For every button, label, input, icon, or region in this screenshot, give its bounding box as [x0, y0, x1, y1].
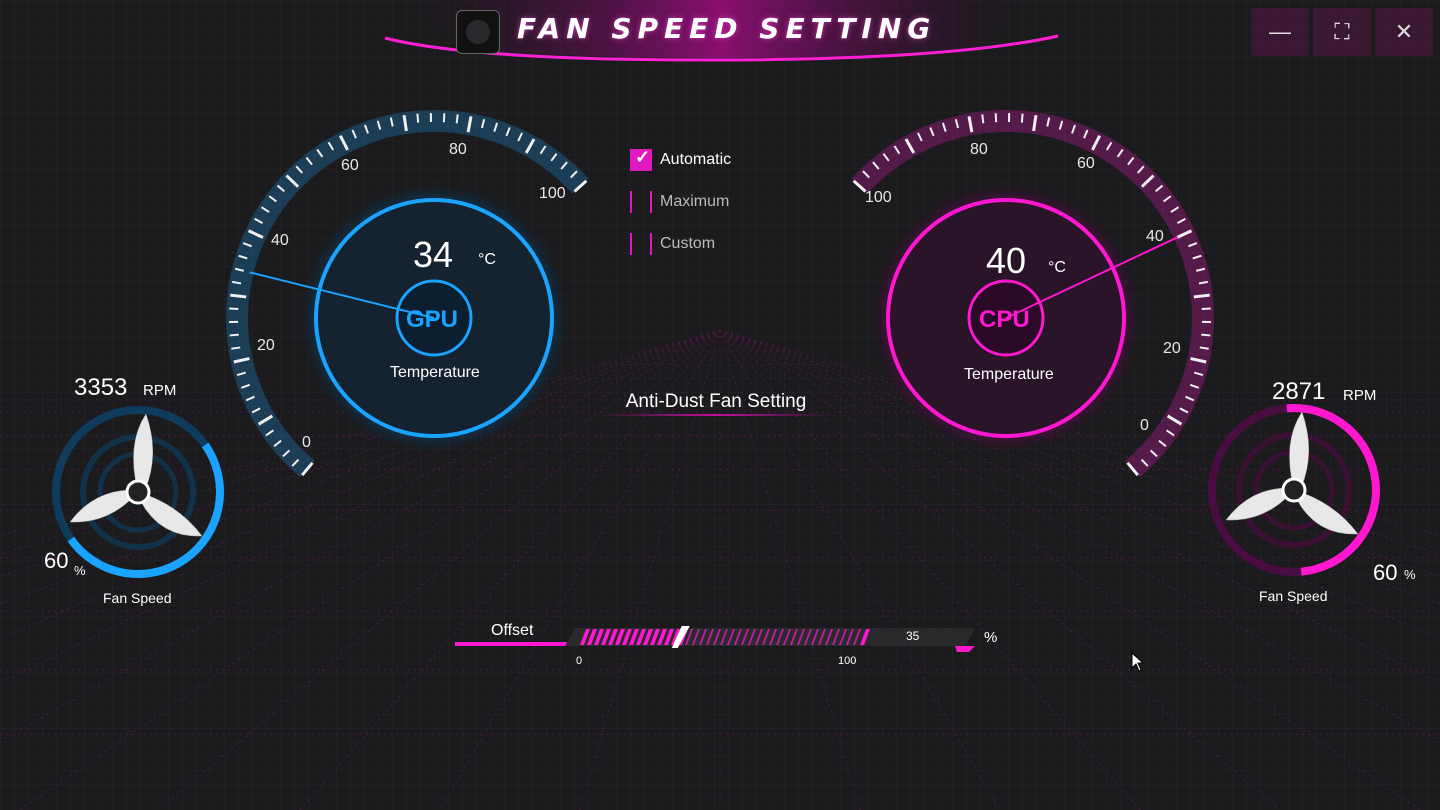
cpu-temperature-value: 40	[986, 240, 1027, 281]
cpu-scale-80: 80	[970, 141, 988, 158]
cpu-fan-rpm-unit: RPM	[1343, 387, 1377, 404]
custom-checkbox[interactable]	[630, 233, 652, 255]
gpu-fan-percent-value: 60	[44, 548, 69, 573]
cpu-scale-40: 40	[1146, 228, 1164, 245]
gpu-scale-0: 0	[302, 434, 311, 451]
cpu-temperature-gauge	[851, 110, 1214, 478]
gpu-scale-100: 100	[539, 185, 566, 202]
cpu-fan-percent-value: 60	[1373, 560, 1398, 585]
gpu-temperature-gauge	[226, 110, 589, 478]
minimize-icon: —	[1269, 19, 1291, 44]
gpu-temperature-label: Temperature	[390, 364, 480, 381]
mode-custom[interactable]: Custom	[630, 233, 715, 255]
gpu-scale-80: 80	[449, 141, 467, 158]
gpu-scale-40: 40	[271, 232, 289, 249]
gpu-scale-20: 20	[257, 337, 275, 354]
gpu-chip-label: GPU	[406, 306, 459, 333]
gpu-temperature-unit: °C	[478, 251, 496, 268]
cpu-scale-60: 60	[1077, 155, 1095, 172]
custom-label: Custom	[660, 235, 716, 252]
cpu-scale-20: 20	[1163, 340, 1181, 357]
anti-dust-underline	[596, 414, 836, 416]
offset-max-label: 100	[838, 655, 857, 667]
mode-automatic[interactable]: Automatic	[630, 147, 732, 171]
anti-dust-fan-setting-link[interactable]: Anti-Dust Fan Setting	[600, 391, 832, 413]
maximize-icon: ⛶	[1334, 19, 1350, 44]
offset-label: Offset	[491, 622, 534, 639]
cpu-scale-100: 100	[865, 189, 892, 206]
cpu-scale-0: 0	[1140, 417, 1149, 434]
maximum-label: Maximum	[660, 193, 730, 210]
gpu-temperature-value: 34	[413, 234, 454, 275]
automatic-checkbox[interactable]	[630, 147, 652, 171]
automatic-label: Automatic	[660, 151, 732, 168]
cpu-fan-percent-unit: %	[1404, 567, 1416, 582]
minimize-button[interactable]: —	[1251, 8, 1309, 56]
app-fan-icon	[456, 10, 500, 54]
cpu-chip-label: CPU	[979, 306, 1030, 333]
gpu-scale-60: 60	[341, 157, 359, 174]
window-title: Fan Speed Setting	[517, 12, 937, 45]
gpu-fan-speed-label: Fan Speed	[103, 590, 172, 606]
maximize-button[interactable]: ⛶	[1313, 8, 1371, 56]
gpu-fan-percent-unit: %	[74, 563, 86, 578]
close-icon: ✕	[1394, 19, 1414, 44]
cpu-temperature-label: Temperature	[964, 366, 1054, 383]
offset-min-label: 0	[576, 655, 583, 667]
mode-maximum[interactable]: Maximum	[630, 191, 729, 213]
offset-value: 35	[906, 629, 920, 643]
cpu-fan-rpm-value: 2871	[1272, 378, 1326, 405]
close-button[interactable]: ✕	[1375, 8, 1433, 56]
mouse-cursor-icon	[1131, 652, 1145, 672]
cpu-fan-speed-label: Fan Speed	[1259, 588, 1328, 604]
gpu-fan-rpm-value: 3353	[74, 374, 128, 401]
gpu-fan-rpm-unit: RPM	[143, 382, 177, 399]
cpu-fan-widget	[1208, 404, 1380, 576]
gpu-fan-widget	[52, 406, 224, 578]
cpu-temperature-unit: °C	[1048, 259, 1066, 276]
maximum-checkbox[interactable]	[630, 191, 652, 213]
offset-unit: %	[984, 629, 998, 646]
